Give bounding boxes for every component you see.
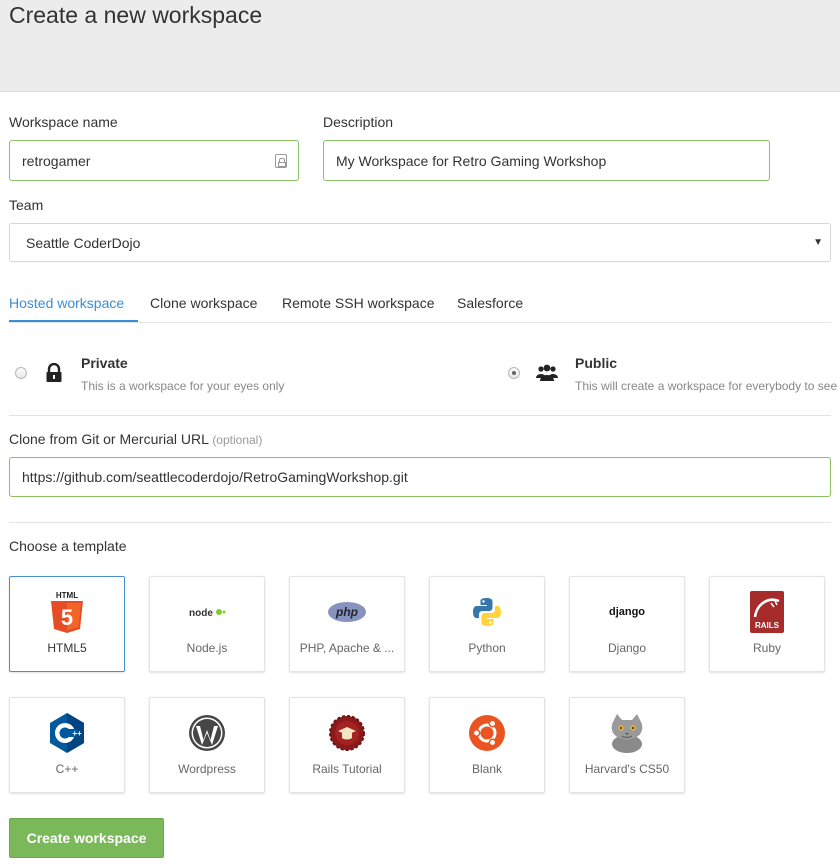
private-title: Private bbox=[81, 355, 128, 371]
rails-text: RAILS bbox=[755, 621, 780, 630]
php-icon: php bbox=[327, 591, 367, 633]
public-title: Public bbox=[575, 355, 618, 371]
users-icon bbox=[536, 363, 558, 383]
team-label: Team bbox=[9, 197, 44, 213]
divider bbox=[9, 522, 831, 523]
divider bbox=[9, 415, 831, 416]
description-value: My Workspace for Retro Gaming Workshop bbox=[336, 152, 607, 169]
wordpress-icon bbox=[187, 712, 227, 754]
public-radio[interactable] bbox=[508, 367, 520, 379]
chevron-down-icon: ▼ bbox=[813, 237, 823, 248]
template-label: Blank bbox=[471, 762, 503, 776]
nodejs-text: node bbox=[189, 608, 213, 619]
html5-badge-text: HTML bbox=[56, 591, 78, 600]
template-django[interactable]: django Django bbox=[569, 576, 685, 672]
rails-icon: RAILS bbox=[747, 591, 787, 633]
team-select[interactable]: Seattle CoderDojo ▼ bbox=[9, 223, 831, 262]
template-php[interactable]: php PHP, Apache & ... bbox=[289, 576, 405, 672]
clone-url-input[interactable]: https://github.com/seattlecoderdojo/Retr… bbox=[9, 457, 831, 497]
page-title: Create a new workspace bbox=[9, 2, 263, 28]
python-icon bbox=[467, 591, 507, 633]
tab-salesforce[interactable]: Salesforce bbox=[457, 284, 523, 322]
template-python[interactable]: Python bbox=[429, 576, 545, 672]
lock-icon bbox=[44, 362, 64, 383]
team-selected-value: Seattle CoderDojo bbox=[26, 234, 141, 251]
template-label: HTML5 bbox=[47, 641, 87, 655]
clone-url-label: Clone from Git or Mercurial URL (optiona… bbox=[9, 431, 262, 447]
django-icon: django bbox=[607, 591, 647, 633]
html5-icon: HTML 5 bbox=[47, 591, 87, 633]
cpp-plus-text: ++ bbox=[72, 729, 82, 738]
private-description: This is a workspace for your eyes only bbox=[81, 379, 285, 393]
workspace-type-tabs: Hosted workspace Clone workspace Remote … bbox=[9, 284, 831, 323]
template-html5[interactable]: HTML 5 HTML5 bbox=[9, 576, 125, 672]
template-wordpress[interactable]: Wordpress bbox=[149, 697, 265, 793]
template-cpp[interactable]: ++ C++ bbox=[9, 697, 125, 793]
php-text: php bbox=[335, 605, 358, 619]
workspace-name-value: retrogamer bbox=[22, 152, 91, 169]
clone-url-label-text: Clone from Git or Mercurial URL bbox=[9, 431, 209, 447]
html5-glyph-text: 5 bbox=[61, 605, 73, 630]
template-label: Node.js bbox=[186, 641, 228, 655]
template-label: Ruby bbox=[752, 641, 781, 655]
create-workspace-button[interactable]: Create workspace bbox=[9, 818, 164, 858]
nodejs-icon: node bbox=[187, 591, 227, 633]
choose-template-heading: Choose a template bbox=[9, 538, 127, 554]
workspace-name-input[interactable]: retrogamer bbox=[9, 140, 299, 181]
template-nodejs[interactable]: node Node.js bbox=[149, 576, 265, 672]
cpp-icon: ++ bbox=[47, 712, 87, 754]
template-blank[interactable]: Blank bbox=[429, 697, 545, 793]
contact-card-icon[interactable] bbox=[275, 153, 287, 168]
rails-tutorial-icon bbox=[327, 712, 367, 754]
template-label: Python bbox=[468, 641, 506, 655]
template-label: Wordpress bbox=[178, 762, 236, 776]
optional-hint: (optional) bbox=[212, 433, 263, 447]
workspace-name-label: Workspace name bbox=[9, 114, 118, 130]
template-rails-tutorial[interactable]: Rails Tutorial bbox=[289, 697, 405, 793]
description-label: Description bbox=[323, 114, 394, 130]
django-text: django bbox=[609, 606, 645, 618]
clone-url-value: https://github.com/seattlecoderdojo/Retr… bbox=[22, 469, 408, 485]
template-ruby[interactable]: RAILS Ruby bbox=[709, 576, 825, 672]
page-header: Create a new workspace bbox=[0, 0, 840, 92]
template-label: Django bbox=[607, 641, 647, 655]
template-label: C++ bbox=[55, 762, 79, 776]
template-label: Harvard's CS50 bbox=[584, 762, 670, 776]
tab-remote-ssh-workspace[interactable]: Remote SSH workspace bbox=[282, 284, 435, 322]
template-label: PHP, Apache & ... bbox=[299, 641, 395, 655]
private-radio[interactable] bbox=[15, 367, 27, 379]
tab-hosted-workspace[interactable]: Hosted workspace bbox=[9, 284, 138, 322]
cat-icon bbox=[607, 712, 647, 754]
template-label: Rails Tutorial bbox=[312, 762, 382, 776]
template-harvard-cs50[interactable]: Harvard's CS50 bbox=[569, 697, 685, 793]
public-description: This will create a workspace for everybo… bbox=[575, 379, 838, 393]
tab-clone-workspace[interactable]: Clone workspace bbox=[150, 284, 257, 322]
ubuntu-icon bbox=[467, 712, 507, 754]
description-input[interactable]: My Workspace for Retro Gaming Workshop bbox=[323, 140, 770, 181]
